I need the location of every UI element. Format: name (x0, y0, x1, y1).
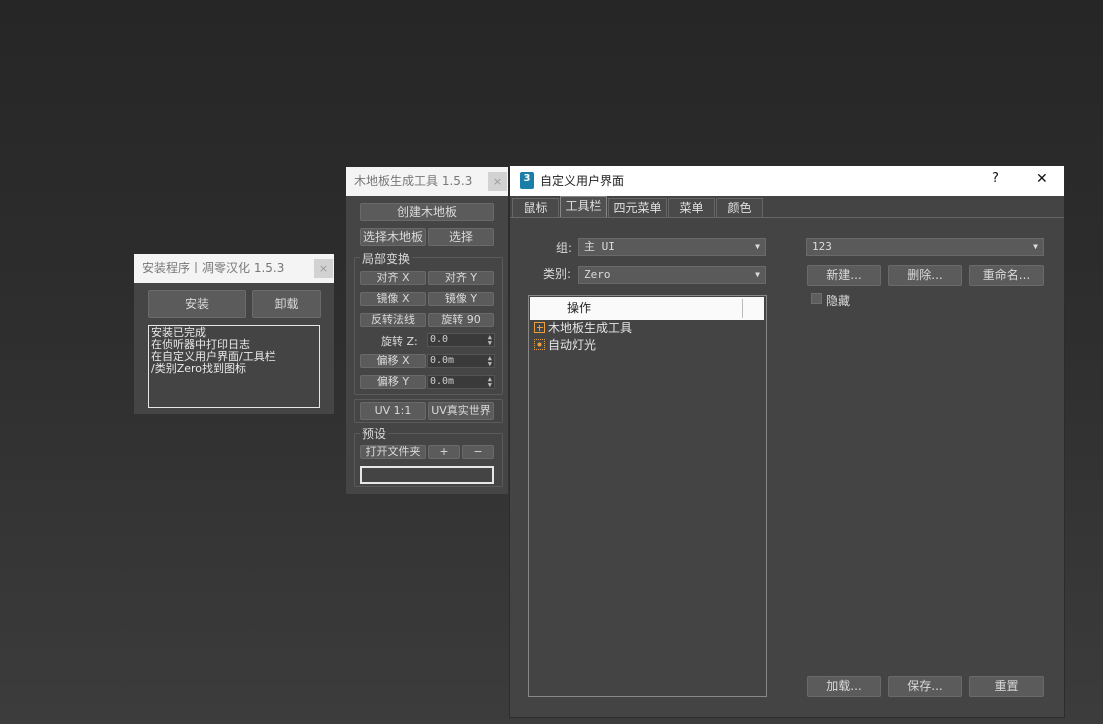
open-folder-button[interactable]: 打开文件夹 (360, 445, 426, 459)
mirror-x-button[interactable]: 镜像 X (360, 292, 426, 306)
offset-y-value: 0.0m (430, 376, 455, 387)
install-button[interactable]: 安装 (148, 290, 246, 318)
action-list-header[interactable]: 操作 (530, 297, 764, 320)
toolbar-dropdown[interactable]: 123 ▼ (806, 238, 1044, 256)
category-value: Zero (584, 268, 611, 281)
hide-checkbox[interactable] (811, 293, 822, 304)
rotate-z-spinner[interactable]: 0.0 ▲ ▼ (427, 333, 495, 347)
rename-toolbar-button[interactable]: 重命名... (969, 265, 1044, 286)
installer-window: 安装程序丨凋零汉化 1.5.3 × 安装 卸载 安装已完成 在侦听器中打印日志 … (134, 254, 334, 414)
floor-tool-close-icon[interactable]: × (488, 172, 507, 191)
mirror-y-button[interactable]: 镜像 Y (428, 292, 494, 306)
close-icon[interactable]: ✕ (1036, 171, 1048, 187)
installer-close-icon[interactable]: × (314, 259, 333, 278)
preset-list[interactable] (360, 466, 494, 484)
rotate-90-button[interactable]: 旋转 90 (428, 313, 494, 327)
category-label: 类别: (543, 267, 572, 281)
header-divider (742, 299, 743, 318)
floor-tool-window: 木地板生成工具 1.5.3 × 创建木地板 选择木地板 选择 局部变换 对齐 X… (346, 167, 508, 494)
action-list[interactable]: 操作 木地板生成工具 自动灯光 (528, 295, 767, 697)
select-button[interactable]: 选择 (428, 228, 494, 246)
toolbar-value: 123 (812, 240, 832, 253)
uv-real-world-button[interactable]: UV真实世界 (428, 402, 494, 420)
floor-tool-titlebar[interactable]: 木地板生成工具 1.5.3 (346, 167, 508, 196)
tab-color[interactable]: 颜色 (716, 198, 763, 218)
offset-y-spinner[interactable]: 0.0m ▲ ▼ (427, 375, 495, 389)
offset-x-button[interactable]: 偏移 X (360, 354, 426, 368)
help-icon[interactable]: ? (992, 171, 999, 186)
installer-title: 安装程序丨凋零汉化 1.5.3 (142, 261, 285, 275)
action-header-label: 操作 (567, 301, 592, 315)
uv-1-1-button[interactable]: UV 1:1 (360, 402, 426, 420)
log-line: /类别Zero找到图标 (151, 362, 247, 375)
save-button[interactable]: 保存... (888, 676, 962, 697)
select-floor-button[interactable]: 选择木地板 (360, 228, 426, 246)
floor-tool-icon (534, 322, 545, 333)
tab-strip-line (510, 217, 1064, 218)
uninstall-button[interactable]: 卸载 (252, 290, 321, 318)
offset-y-button[interactable]: 偏移 Y (360, 375, 426, 389)
action-item-label: 自动灯光 (548, 338, 597, 352)
align-y-button[interactable]: 对齐 Y (428, 271, 494, 285)
new-toolbar-button[interactable]: 新建... (807, 265, 881, 286)
group-label: 组: (556, 241, 573, 255)
list-item[interactable]: 木地板生成工具 (534, 320, 632, 336)
group-dropdown[interactable]: 主 UI ▼ (578, 238, 766, 256)
list-item[interactable]: 自动灯光 (534, 337, 596, 353)
delete-toolbar-button[interactable]: 删除... (888, 265, 962, 286)
group-value: 主 UI (584, 240, 615, 253)
flip-normal-button[interactable]: 反转法线 (360, 313, 426, 327)
preset-label: 预设 (360, 425, 389, 442)
app-3ds-icon: 3 (520, 172, 534, 189)
local-transform-label: 局部变换 (360, 250, 413, 267)
add-preset-button[interactable]: + (428, 445, 460, 459)
offset-x-spinner[interactable]: 0.0m ▲ ▼ (427, 354, 495, 368)
action-item-label: 木地板生成工具 (548, 321, 633, 335)
tab-menu[interactable]: 菜单 (668, 198, 715, 218)
hide-label: 隐藏 (826, 294, 851, 308)
load-button[interactable]: 加载... (807, 676, 881, 697)
rotate-z-value: 0.0 (430, 334, 449, 345)
install-log-textbox[interactable]: 安装已完成 在侦听器中打印日志 在自定义用户界面/工具栏 /类别Zero找到图标 (148, 325, 320, 408)
chevron-down-icon: ▼ (755, 270, 760, 279)
spinner-arrows-icon[interactable]: ▲ ▼ (488, 376, 492, 389)
rotate-z-label: 旋转 Z: (381, 335, 418, 348)
reset-button[interactable]: 重置 (969, 676, 1044, 697)
remove-preset-button[interactable]: − (462, 445, 494, 459)
spinner-arrows-icon[interactable]: ▲ ▼ (488, 355, 492, 368)
create-floor-button[interactable]: 创建木地板 (360, 203, 494, 221)
floor-tool-title: 木地板生成工具 1.5.3 (354, 174, 473, 188)
category-dropdown[interactable]: Zero ▼ (578, 266, 766, 284)
customize-ui-title: 自定义用户界面 (540, 174, 625, 188)
auto-light-icon (534, 339, 545, 350)
tab-quad-menu[interactable]: 四元菜单 (608, 198, 667, 218)
chevron-down-icon: ▼ (1033, 242, 1038, 251)
align-x-button[interactable]: 对齐 X (360, 271, 426, 285)
tab-mouse[interactable]: 鼠标 (512, 198, 559, 218)
offset-x-value: 0.0m (430, 355, 455, 366)
chevron-down-icon: ▼ (755, 242, 760, 251)
spinner-arrows-icon[interactable]: ▲ ▼ (488, 334, 492, 347)
tab-toolbar[interactable]: 工具栏 (560, 196, 607, 218)
installer-titlebar[interactable]: 安装程序丨凋零汉化 1.5.3 (134, 254, 334, 283)
customize-ui-titlebar[interactable]: 自定义用户界面 (510, 166, 1064, 196)
